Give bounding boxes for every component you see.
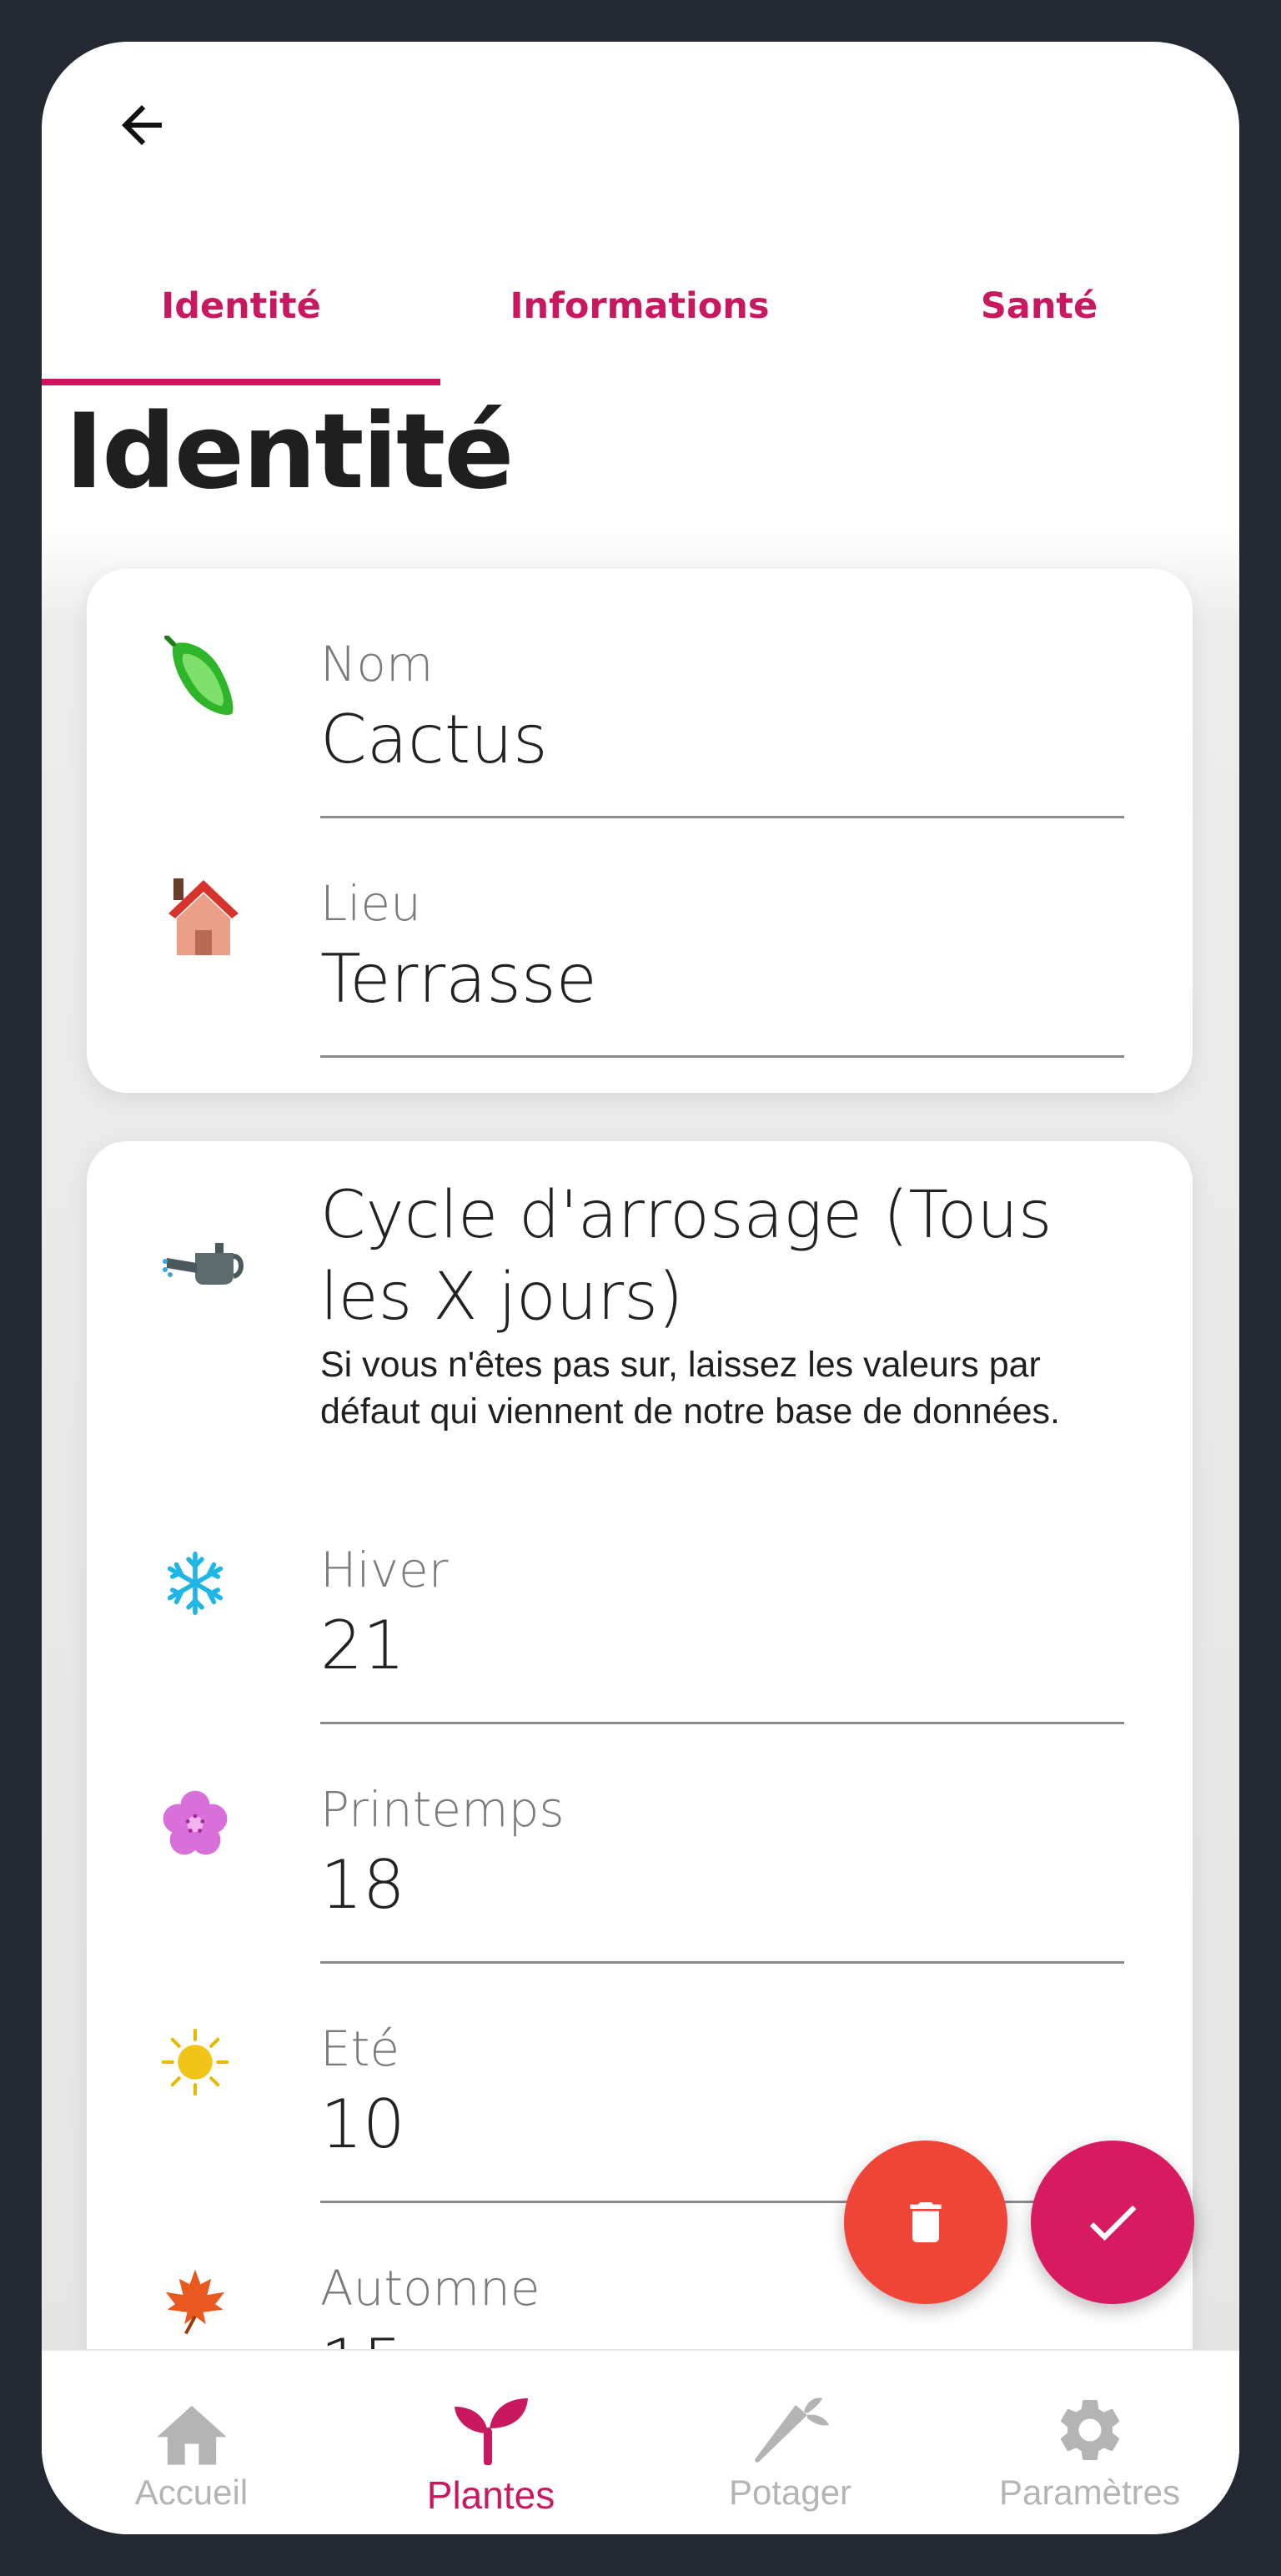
location-input[interactable]: Terrasse xyxy=(320,940,597,1018)
arrow-left-icon xyxy=(122,105,162,145)
field-label: Printemps xyxy=(320,1781,565,1838)
nav-item-parametres[interactable]: Paramètres xyxy=(940,2351,1239,2518)
nav-label: Accueil xyxy=(134,2473,249,2512)
field-label: Hiver xyxy=(320,1542,449,1598)
field-underline xyxy=(320,1722,1124,1724)
nav-item-accueil[interactable]: Accueil xyxy=(42,2351,341,2518)
field-underline xyxy=(320,1961,1124,1964)
field-label: Lieu xyxy=(320,875,421,932)
house-icon xyxy=(162,875,245,958)
identity-card: Nom Cactus Lieu Terrasse xyxy=(87,569,1193,1093)
field-underline xyxy=(320,816,1124,818)
tab-indicator xyxy=(42,379,440,385)
tab-identite[interactable]: Identité xyxy=(42,225,440,387)
tab-label: Informations xyxy=(510,285,770,327)
save-button[interactable] xyxy=(1031,2141,1194,2304)
snowflake-icon xyxy=(153,1542,237,1625)
nav-item-plantes[interactable]: Plantes xyxy=(341,2351,640,2518)
watering-can-icon xyxy=(162,1225,245,1308)
back-button[interactable] xyxy=(92,75,192,175)
nav-label: Paramètres xyxy=(998,2473,1181,2512)
phone-frame: Identité Informations Santé Identité Nom… xyxy=(0,0,1281,2576)
maple-leaf-icon xyxy=(153,2260,237,2343)
delete-button[interactable] xyxy=(844,2141,1007,2304)
bottom-navigation: Accueil Plantes Potager Paramètres xyxy=(42,2349,1239,2534)
nav-label: Potager xyxy=(728,2473,852,2512)
tab-label: Santé xyxy=(980,285,1098,327)
page-title: Identité xyxy=(65,392,514,512)
name-input[interactable]: Cactus xyxy=(320,701,548,778)
app-screen: Identité Informations Santé Identité Nom… xyxy=(42,42,1239,2534)
gear-icon xyxy=(1044,2392,1136,2468)
tab-label: Identité xyxy=(161,285,321,327)
tab-sante[interactable]: Santé xyxy=(839,225,1239,387)
summer-input[interactable]: 10 xyxy=(320,2085,405,2163)
carrot-icon xyxy=(745,2392,836,2468)
trash-icon xyxy=(910,2202,942,2242)
home-icon xyxy=(146,2392,238,2468)
sun-icon xyxy=(153,2020,237,2104)
field-label: Automne xyxy=(320,2260,540,2317)
field-label: Eté xyxy=(320,2020,400,2077)
watering-card: Cycle d'arrosage (Tous les X jours) Si v… xyxy=(87,1141,1193,2443)
tab-bar: Identité Informations Santé xyxy=(42,225,1239,387)
leaf-icon xyxy=(162,636,245,719)
watering-title: Cycle d'arrosage (Tous les X jours) xyxy=(320,1178,1052,1335)
nav-item-potager[interactable]: Potager xyxy=(640,2351,940,2518)
sprout-icon xyxy=(445,2392,537,2468)
nav-label: Plantes xyxy=(426,2473,555,2517)
field-underline xyxy=(320,1055,1124,1058)
winter-input[interactable]: 21 xyxy=(320,1607,405,1684)
field-label: Nom xyxy=(320,636,434,692)
watering-help-text: Si vous n'êtes pas sur, laissez les vale… xyxy=(320,1345,1060,1431)
tab-informations[interactable]: Informations xyxy=(440,225,839,387)
spring-input[interactable]: 18 xyxy=(320,1846,405,1924)
blossom-icon xyxy=(153,1781,237,1864)
check-icon xyxy=(1089,2205,1137,2241)
